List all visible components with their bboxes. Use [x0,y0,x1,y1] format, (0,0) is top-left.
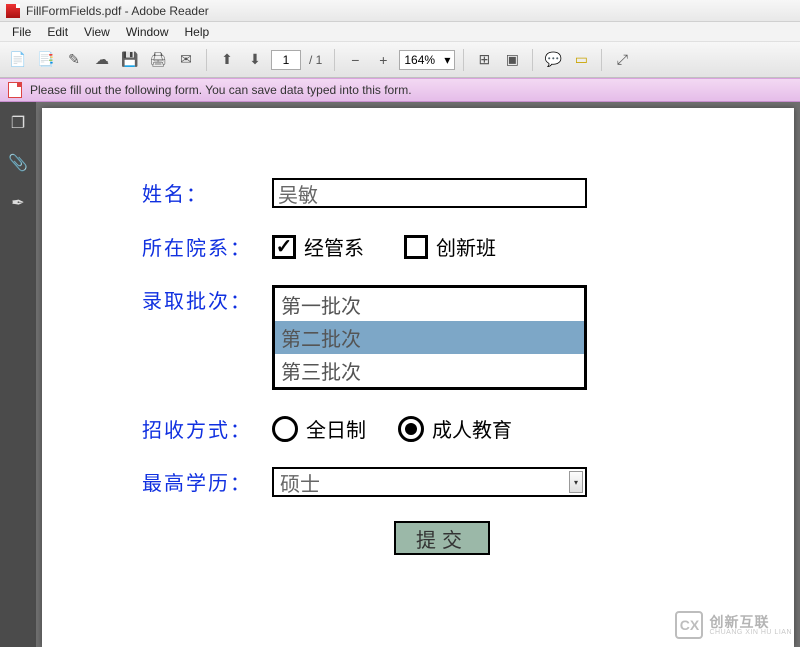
page-down-icon[interactable]: ⬇ [243,48,267,72]
reading-mode-icon[interactable]: ▣ [500,48,524,72]
label-dept: 所在院系： [142,232,272,261]
open-icon[interactable]: 📄 [6,48,30,72]
menu-view[interactable]: View [76,25,118,39]
toolbar-separator [463,49,464,71]
submit-button[interactable]: 提交 [394,521,490,555]
attachments-icon[interactable]: 📎 [7,152,29,174]
document-area[interactable]: 姓名： 所在院系： 经管系 创新班 [36,102,800,647]
label-name: 姓名： [142,178,272,207]
list-item[interactable]: 第一批次 [275,288,584,321]
zoom-in-icon[interactable]: + [371,48,395,72]
signatures-icon[interactable]: ✒ [7,192,29,214]
row-name: 姓名： [142,178,724,208]
chevron-down-icon: ▾ [569,471,583,493]
highlight-icon[interactable]: ▭ [569,48,593,72]
cloud-icon[interactable]: ☁ [90,48,114,72]
menu-bar: File Edit View Window Help [0,22,800,42]
dropdown-value: 硕士 [280,468,320,497]
fullscreen-icon[interactable]: ⤢ [610,48,634,72]
checkbox-label: 经管系 [304,232,364,261]
radio-item-mode-0[interactable]: 全日制 [272,414,366,443]
watermark-logo-icon: CX [675,611,703,639]
menu-file[interactable]: File [4,25,39,39]
toolbar-separator [532,49,533,71]
chevron-down-icon: ▾ [444,53,450,67]
pdf-page: 姓名： 所在院系： 经管系 创新班 [42,108,794,647]
title-bar: FillFormFields.pdf - Adobe Reader [0,0,800,22]
side-panel: ❐ 📎 ✒ [0,102,36,647]
label-batch: 录取批次： [142,285,272,314]
page-total-label: / 1 [305,53,326,67]
mail-icon[interactable]: ✉ [174,48,198,72]
toolbar: 📄 📑 ✎ ☁ 💾 🖨 ✉ ⬆ ⬇ / 1 − + 164% ▾ ⊞ ▣ 💬 ▭… [0,42,800,78]
watermark-brand: 创新互联 [709,615,792,629]
toolbar-separator [334,49,335,71]
watermark: CX 创新互联 CHUANG XIN HU LIAN [675,611,792,639]
page-number-input[interactable] [271,50,301,70]
row-batch: 录取批次： 第一批次 第二批次 第三批次 [142,285,724,390]
toolbar-separator [601,49,602,71]
page-up-icon[interactable]: ⬆ [215,48,239,72]
name-field[interactable] [272,178,587,208]
label-mode: 招收方式： [142,414,272,443]
label-edu: 最高学历： [142,467,272,496]
menu-edit[interactable]: Edit [39,25,76,39]
zoom-select[interactable]: 164% ▾ [399,50,455,70]
zoom-value: 164% [404,53,435,67]
comment-icon[interactable]: 💬 [541,48,565,72]
checkbox-item-dept-1[interactable]: 创新班 [404,232,496,261]
form-info-bar: Please fill out the following form. You … [0,78,800,102]
workspace: ❐ 📎 ✒ 姓名： 所在院系： 经管系 [0,102,800,647]
zoom-out-icon[interactable]: − [343,48,367,72]
row-dept: 所在院系： 经管系 创新班 [142,232,724,261]
radio-icon [272,416,298,442]
row-edu: 最高学历： 硕士 ▾ [142,467,724,497]
radio-label: 全日制 [306,414,366,443]
print-icon[interactable]: 🖨 [146,48,170,72]
radio-icon [398,416,424,442]
radio-label: 成人教育 [432,414,512,443]
checkbox-item-dept-0[interactable]: 经管系 [272,232,364,261]
form-document-icon [8,82,22,98]
sign-icon[interactable]: ✎ [62,48,86,72]
checkbox-icon [272,235,296,259]
window-title: FillFormFields.pdf - Adobe Reader [26,4,209,18]
thumbnails-icon[interactable]: ❐ [7,112,29,134]
radio-item-mode-1[interactable]: 成人教育 [398,414,512,443]
menu-window[interactable]: Window [118,25,177,39]
export-pdf-icon[interactable]: 📑 [34,48,58,72]
list-item[interactable]: 第三批次 [275,354,584,387]
batch-listbox[interactable]: 第一批次 第二批次 第三批次 [272,285,587,390]
row-submit: 提交 [394,521,724,555]
form-info-message: Please fill out the following form. You … [30,83,412,97]
watermark-sub: CHUANG XIN HU LIAN [709,629,792,636]
menu-help[interactable]: Help [177,25,218,39]
edu-dropdown[interactable]: 硕士 ▾ [272,467,587,497]
checkbox-label: 创新班 [436,232,496,261]
row-mode: 招收方式： 全日制 成人教育 [142,414,724,443]
tools-icon[interactable]: ⊞ [472,48,496,72]
save-icon[interactable]: 💾 [118,48,142,72]
pdf-file-icon [6,4,20,18]
toolbar-separator [206,49,207,71]
list-item-selected[interactable]: 第二批次 [275,321,584,354]
checkbox-icon [404,235,428,259]
